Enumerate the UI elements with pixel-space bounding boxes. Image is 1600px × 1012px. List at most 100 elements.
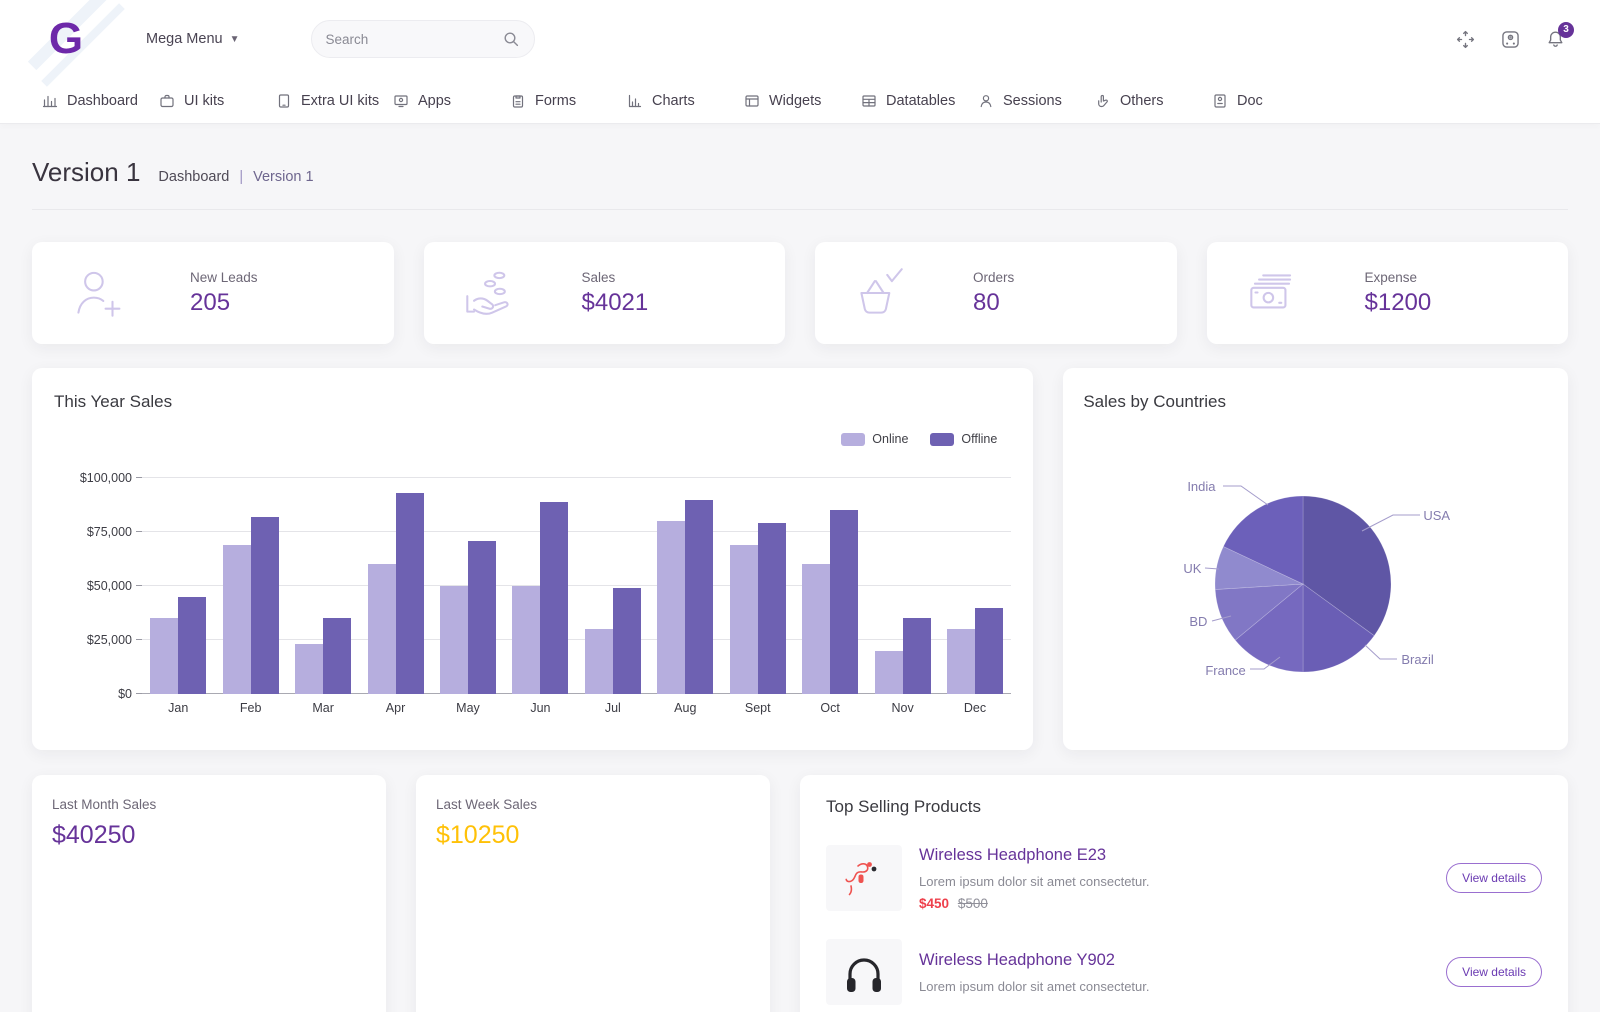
briefcase-icon: [159, 93, 175, 109]
search-icon[interactable]: [502, 30, 521, 49]
bar-online-jun: [512, 586, 540, 694]
bar-offline-jun: [540, 502, 568, 694]
legend-swatch: [930, 433, 954, 446]
x-tick-label: Aug: [649, 701, 721, 715]
nav-item-ui-kits[interactable]: UI kits: [159, 93, 276, 109]
stat-card-sales: Sales $4021: [424, 242, 786, 344]
legend-label: Online: [872, 432, 908, 446]
bell-icon[interactable]: 3: [1545, 29, 1566, 50]
bar-online-jul: [585, 629, 613, 694]
bar-online-apr: [368, 564, 396, 694]
product-name-link[interactable]: Wireless Headphone Y902: [919, 951, 1150, 970]
person-icon: [978, 93, 994, 109]
nav-item-label: Sessions: [1003, 93, 1062, 109]
top-selling-products-card: Top Selling Products Wireless Headphone …: [800, 775, 1568, 1012]
y-tick-label: $0: [118, 687, 132, 701]
bar-group-aug: [657, 500, 713, 694]
pie-svg: [1083, 420, 1525, 720]
bar-group-may: [440, 541, 496, 694]
product-description: Lorem ipsum dolor sit amet consectetur.: [919, 874, 1150, 889]
y-tick-label: $75,000: [87, 525, 132, 539]
bar-group-oct: [802, 510, 858, 694]
nav-item-others[interactable]: Others: [1095, 93, 1212, 109]
bar-group-feb: [223, 517, 279, 694]
nav-item-sessions[interactable]: Sessions: [978, 93, 1095, 109]
x-tick-label: Dec: [939, 701, 1011, 715]
product-description: Lorem ipsum dolor sit amet consectetur.: [919, 979, 1150, 994]
stat-value: 205: [190, 289, 258, 317]
user-plus-icon: [66, 262, 128, 324]
logo-letter: G: [49, 17, 83, 61]
bar-group-dec: [947, 608, 1003, 694]
nav-item-label: Extra UI kits: [301, 93, 379, 109]
nav-item-widgets[interactable]: Widgets: [744, 93, 861, 109]
search-bar[interactable]: [311, 20, 535, 58]
bar-group-jul: [585, 588, 641, 694]
x-tick-label: Feb: [214, 701, 286, 715]
x-tick-label: Jan: [142, 701, 214, 715]
nav-item-datatables[interactable]: Datatables: [861, 93, 978, 109]
mega-menu-dropdown[interactable]: Mega Menu ▼: [146, 31, 239, 47]
nav-item-forms[interactable]: Forms: [510, 93, 627, 109]
breadcrumb-current: Version 1: [253, 169, 313, 185]
product-list: Wireless Headphone E23 Lorem ipsum dolor…: [826, 845, 1542, 1005]
search-input[interactable]: [325, 32, 502, 47]
y-tick-label: $100,000: [80, 471, 132, 485]
x-tick-label: Oct: [794, 701, 866, 715]
nav-item-dashboard[interactable]: Dashboard: [42, 93, 159, 109]
stat-label: New Leads: [190, 270, 258, 285]
last-month-sales-label: Last Month Sales: [52, 797, 366, 812]
account-icon[interactable]: [1500, 29, 1521, 50]
bar-online-dec: [947, 629, 975, 694]
sales-by-countries-card: Sales by Countries USA Brazil France: [1063, 368, 1568, 750]
app-logo[interactable]: G: [34, 7, 98, 71]
bar-group-jan: [150, 597, 206, 694]
last-week-sales-card: Last Week Sales $10250: [416, 775, 770, 1012]
nav-item-doc[interactable]: Doc: [1212, 93, 1329, 109]
bar-online-aug: [657, 521, 685, 694]
product-row: Wireless Headphone E23 Lorem ipsum dolor…: [826, 845, 1542, 911]
products-title: Top Selling Products: [826, 797, 1542, 817]
pie-label-brazil: Brazil: [1401, 652, 1434, 667]
dashboard-icon: [42, 93, 58, 109]
chevron-down-icon: ▼: [230, 34, 240, 45]
tablet-icon: [276, 93, 292, 109]
x-axis-labels: JanFebMarAprMayJunJulAugSeptOctNovDec: [142, 701, 1011, 715]
product-row: Wireless Headphone Y902 Lorem ipsum dolo…: [826, 939, 1542, 1005]
product-name-link[interactable]: Wireless Headphone E23: [919, 846, 1150, 865]
last-week-sales-value: $10250: [436, 821, 750, 850]
bar-offline-feb: [251, 517, 279, 694]
stat-label: Expense: [1365, 270, 1432, 285]
stat-label: Sales: [582, 270, 649, 285]
nav-item-label: Doc: [1237, 93, 1263, 109]
nav-item-charts[interactable]: Charts: [627, 93, 744, 109]
red-earbuds-image: [826, 845, 902, 911]
stat-card-expense: Expense $1200: [1207, 242, 1569, 344]
bar-group-jun: [512, 502, 568, 694]
x-tick-label: Jul: [577, 701, 649, 715]
legend-item-online[interactable]: Online: [841, 432, 908, 446]
hand-coins-icon: [458, 262, 520, 324]
bar-online-mar: [295, 644, 323, 694]
nav-item-apps[interactable]: Apps: [393, 93, 510, 109]
fullscreen-icon[interactable]: [1455, 29, 1476, 50]
bar-offline-aug: [685, 500, 713, 694]
view-details-button[interactable]: View details: [1446, 863, 1542, 893]
bar-online-may: [440, 586, 468, 694]
y-axis: $100,000 $75,000 $50,000 $25,000 $0: [54, 478, 142, 694]
bar-plot-area: [142, 478, 1011, 694]
x-tick-label: May: [432, 701, 504, 715]
x-tick-label: Apr: [359, 701, 431, 715]
divider: [32, 209, 1568, 210]
bar-chart: $100,000 $75,000 $50,000 $25,000 $0: [54, 478, 1011, 694]
view-details-button[interactable]: View details: [1446, 957, 1542, 987]
nav-item-label: Datatables: [886, 93, 955, 109]
legend-item-offline[interactable]: Offline: [930, 432, 997, 446]
breadcrumb-dashboard[interactable]: Dashboard: [158, 169, 229, 185]
clipboard-icon: [510, 93, 526, 109]
nav-item-label: Apps: [418, 93, 451, 109]
basket-check-icon: [849, 262, 911, 324]
money-icon: [1241, 262, 1303, 324]
nav-item-extra-ui-kits[interactable]: Extra UI kits: [276, 93, 393, 109]
stat-card-new-leads: New Leads 205: [32, 242, 394, 344]
